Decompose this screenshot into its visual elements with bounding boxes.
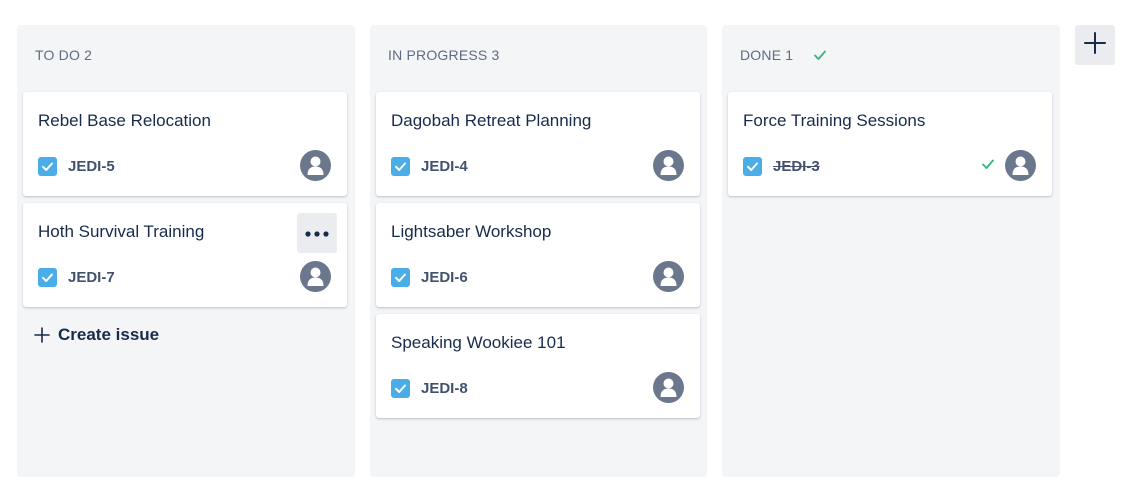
- card-title: Dagobah Retreat Planning: [391, 111, 592, 130]
- issue-key[interactable]: JEDI-5: [68, 158, 115, 175]
- issue-card[interactable]: Hoth Survival Training JEDI-7: [23, 203, 347, 307]
- issue-card[interactable]: Force Training Sessions JEDI-3: [728, 92, 1052, 196]
- column-title: IN PROGRESS: [388, 47, 488, 63]
- column-count: 1: [785, 47, 794, 63]
- column-title: TO DO: [35, 47, 81, 63]
- issue-card[interactable]: Rebel Base Relocation JEDI-5: [23, 92, 347, 196]
- avatar-icon[interactable]: [653, 372, 684, 403]
- card-key-row: JEDI-4: [391, 157, 468, 176]
- column-in-progress: IN PROGRESS 3 Dagobah Retreat Planning J…: [370, 25, 707, 477]
- card-key-row: JEDI-6: [391, 268, 468, 287]
- avatar-icon[interactable]: [653, 150, 684, 181]
- issue-card[interactable]: Lightsaber Workshop JEDI-6: [376, 203, 700, 307]
- column-done: DONE 1 Force Training Sessions JEDI-3: [722, 25, 1060, 477]
- issue-key[interactable]: JEDI-4: [421, 158, 468, 175]
- column-header: DONE 1: [740, 47, 827, 63]
- more-button[interactable]: [297, 213, 337, 253]
- issue-card[interactable]: Speaking Wookiee 101 JEDI-8: [376, 314, 700, 418]
- issue-key[interactable]: JEDI-6: [421, 269, 468, 286]
- avatar-icon[interactable]: [300, 150, 331, 181]
- column-todo: TO DO 2 Rebel Base Relocation JEDI-5 Hot…: [17, 25, 355, 477]
- card-title: Lightsaber Workshop: [391, 222, 552, 241]
- checkbox-icon: [391, 268, 410, 287]
- add-column-button[interactable]: [1075, 25, 1115, 65]
- column-header: IN PROGRESS 3: [388, 47, 499, 63]
- avatar-icon[interactable]: [300, 261, 331, 292]
- column-count: 3: [491, 47, 500, 63]
- create-issue-label: Create issue: [58, 325, 160, 344]
- issue-key[interactable]: JEDI-7: [68, 269, 115, 286]
- checkbox-icon: [391, 157, 410, 176]
- card-key-row: JEDI-5: [38, 157, 115, 176]
- create-issue-button[interactable]: Create issue: [34, 325, 159, 345]
- more-icon: [305, 224, 329, 242]
- issue-key[interactable]: JEDI-8: [421, 380, 468, 397]
- column-title: DONE: [740, 47, 782, 63]
- card-key-row: JEDI-7: [38, 268, 115, 287]
- resolved-check-icon: [981, 158, 995, 170]
- issue-key[interactable]: JEDI-3: [773, 158, 820, 175]
- column-count: 2: [84, 47, 93, 63]
- checkbox-icon: [391, 379, 410, 398]
- avatar-icon[interactable]: [653, 261, 684, 292]
- card-key-row: JEDI-8: [391, 379, 468, 398]
- plus-icon: [34, 327, 50, 343]
- avatar-icon[interactable]: [1005, 150, 1036, 181]
- column-header: TO DO 2: [35, 47, 92, 63]
- plus-icon: [1083, 31, 1107, 60]
- card-key-row: JEDI-3: [743, 157, 820, 176]
- issue-card[interactable]: Dagobah Retreat Planning JEDI-4: [376, 92, 700, 196]
- checkbox-icon: [38, 157, 57, 176]
- check-icon: [813, 49, 827, 61]
- checkbox-icon: [743, 157, 762, 176]
- checkbox-icon: [38, 268, 57, 287]
- card-title: Force Training Sessions: [743, 111, 926, 130]
- card-title: Rebel Base Relocation: [38, 111, 211, 130]
- card-title: Speaking Wookiee 101: [391, 333, 566, 352]
- card-title: Hoth Survival Training: [38, 222, 205, 241]
